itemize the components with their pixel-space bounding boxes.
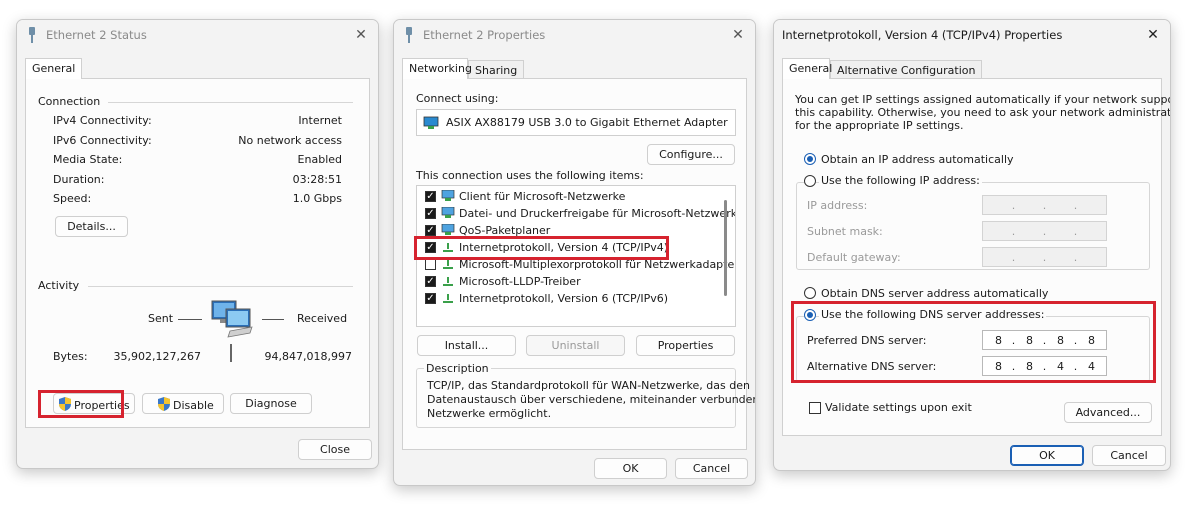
ipv6-connectivity-value: No network access xyxy=(238,134,342,147)
networking-panel: Connect using: ASIX AX88179 USB 3.0 to G… xyxy=(402,78,755,450)
title-bar[interactable]: Ethernet 2 Properties ✕ xyxy=(394,20,755,50)
subnet-mask-label: Subnet mask: xyxy=(807,225,883,238)
general-panel: Connection IPv4 Connectivity: Internet I… xyxy=(25,78,370,428)
network-computers-icon xyxy=(211,300,253,338)
ipv4-connectivity-label: IPv4 Connectivity: xyxy=(53,114,152,127)
intro-text-line: You can get IP settings assigned automat… xyxy=(795,93,1171,106)
bytes-label: Bytes: xyxy=(53,350,88,363)
activity-group-label: Activity xyxy=(38,279,80,292)
item-properties-button[interactable]: Properties xyxy=(636,335,735,356)
configure-button[interactable]: Configure... xyxy=(647,144,735,165)
connect-using-label: Connect using: xyxy=(416,92,499,105)
description-text-line: Netzwerke ermöglicht. xyxy=(427,407,552,420)
bytes-received-value: 94,847,018,997 xyxy=(264,350,352,363)
adapter-name: ASIX AX88179 USB 3.0 to Gigabit Ethernet… xyxy=(446,116,728,129)
ethernet-properties-window: Ethernet 2 Properties ✕ Networking Shari… xyxy=(393,19,756,486)
title-bar[interactable]: Internetprotokoll, Version 4 (TCP/IPv4) … xyxy=(774,20,1170,50)
install-button[interactable]: Install... xyxy=(417,335,516,356)
ok-button[interactable]: OK xyxy=(1010,445,1084,466)
highlight-ipv4-item xyxy=(414,236,669,260)
validate-label[interactable]: Validate settings upon exit xyxy=(825,401,972,414)
client-network-icon xyxy=(441,224,455,235)
description-label: Description xyxy=(424,362,491,375)
advanced-button[interactable]: Advanced... xyxy=(1064,402,1152,423)
intro-text-line: this capability. Otherwise, you need to … xyxy=(795,106,1171,119)
items-label: This connection uses the following items… xyxy=(416,169,644,182)
network-plug-icon xyxy=(29,27,35,43)
window-title: Internetprotokoll, Version 4 (TCP/IPv4) … xyxy=(782,28,1063,42)
intro-text-line: for the appropriate IP settings. xyxy=(795,119,964,132)
uac-shield-icon xyxy=(158,397,170,411)
tab-general[interactable]: General xyxy=(782,58,832,79)
close-icon[interactable]: ✕ xyxy=(1142,24,1164,46)
tab-general[interactable]: General xyxy=(25,58,83,79)
default-gateway-label: Default gateway: xyxy=(807,251,901,264)
diagnose-button[interactable]: Diagnose xyxy=(230,393,312,414)
tab-sharing[interactable]: Sharing xyxy=(468,60,525,79)
tab-alternative-configuration[interactable]: Alternative Configuration xyxy=(830,60,983,79)
list-scrollbar[interactable] xyxy=(724,200,727,296)
connection-group-label: Connection xyxy=(38,95,101,108)
media-state-value: Enabled xyxy=(297,153,342,166)
cancel-button[interactable]: Cancel xyxy=(1092,445,1166,466)
speed-label: Speed: xyxy=(53,192,92,205)
close-button[interactable]: Close xyxy=(298,439,372,460)
duration-label: Duration: xyxy=(53,173,105,186)
ipv4-connectivity-value: Internet xyxy=(298,114,342,127)
close-icon[interactable]: ✕ xyxy=(727,24,749,46)
media-state-label: Media State: xyxy=(53,153,123,166)
received-label: Received xyxy=(297,312,348,325)
adapter-field: ASIX AX88179 USB 3.0 to Gigabit Ethernet… xyxy=(416,109,736,136)
item-checkbox[interactable]: ✓ xyxy=(425,225,436,236)
default-gateway-input[interactable]: ... xyxy=(982,247,1107,267)
obtain-dns-auto-label[interactable]: Obtain DNS server address automatically xyxy=(821,287,1048,300)
title-bar[interactable]: Ethernet 2 Status ✕ xyxy=(17,20,378,50)
ip-address-input[interactable]: ... xyxy=(982,195,1107,215)
window-title: Ethernet 2 Properties xyxy=(423,28,546,42)
uninstall-button[interactable]: Uninstall xyxy=(526,335,625,356)
item-checkbox[interactable]: ✓ xyxy=(425,276,436,287)
validate-checkbox[interactable] xyxy=(809,402,821,414)
highlight-properties xyxy=(38,390,124,418)
item-checkbox[interactable]: ✓ xyxy=(425,293,436,304)
disable-button-label: Disable xyxy=(173,399,214,412)
item-checkbox[interactable]: ✓ xyxy=(425,191,436,202)
window-title: Ethernet 2 Status xyxy=(46,28,147,42)
speed-value: 1.0 Gbps xyxy=(292,192,342,205)
item-checkbox[interactable]: ✓ xyxy=(425,208,436,219)
obtain-dns-auto-radio[interactable] xyxy=(804,287,816,299)
client-network-icon xyxy=(441,207,455,218)
tab-networking[interactable]: Networking xyxy=(402,58,472,79)
ok-button[interactable]: OK xyxy=(594,458,667,479)
bytes-sent-value: 35,902,127,267 xyxy=(113,350,201,363)
details-button[interactable]: Details... xyxy=(55,216,128,237)
protocol-icon xyxy=(443,277,453,286)
sent-label: Sent xyxy=(148,312,174,325)
description-text-line: Datenaustausch über verschiedene, mitein… xyxy=(427,393,756,406)
protocol-icon xyxy=(443,294,453,303)
highlight-dns-section xyxy=(791,301,1156,383)
subnet-mask-input[interactable]: ... xyxy=(982,221,1107,241)
ipv6-connectivity-label: IPv6 Connectivity: xyxy=(53,134,152,147)
disable-button[interactable]: Disable xyxy=(142,393,224,414)
ip-address-label: IP address: xyxy=(807,199,868,212)
client-network-icon xyxy=(441,190,455,201)
cancel-button[interactable]: Cancel xyxy=(675,458,748,479)
ethernet-status-window: Ethernet 2 Status ✕ General Connection I… xyxy=(16,19,379,469)
ipv4-properties-window: Internetprotokoll, Version 4 (TCP/IPv4) … xyxy=(773,19,1171,471)
duration-value: 03:28:51 xyxy=(292,173,342,186)
network-adapter-icon xyxy=(423,116,439,129)
obtain-ip-auto-label[interactable]: Obtain an IP address automatically xyxy=(821,153,1014,166)
use-following-ip-label[interactable]: Use the following IP address: xyxy=(819,174,982,187)
network-plug-icon xyxy=(406,27,412,43)
obtain-ip-auto-radio[interactable] xyxy=(804,153,816,165)
item-checkbox[interactable] xyxy=(425,259,436,270)
description-text-line: TCP/IP, das Standardprotokoll für WAN-Ne… xyxy=(427,379,750,392)
close-icon[interactable]: ✕ xyxy=(350,24,372,46)
use-following-ip-radio[interactable] xyxy=(804,175,816,187)
